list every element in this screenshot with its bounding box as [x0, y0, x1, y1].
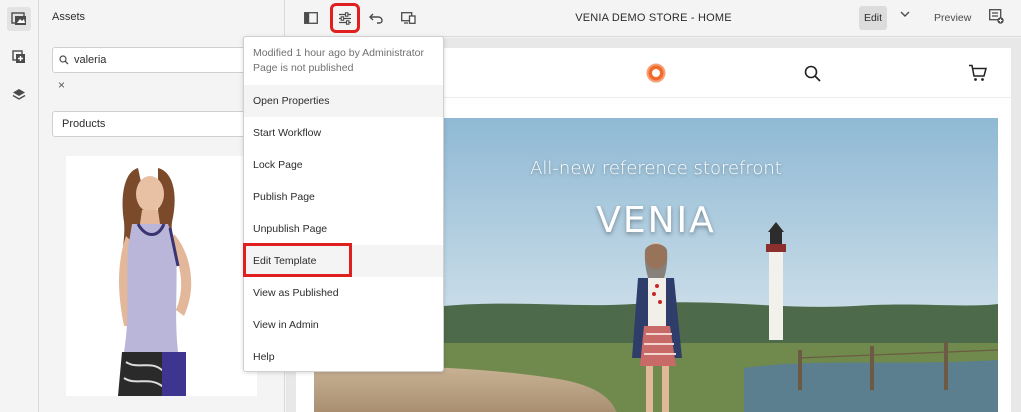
product-image	[66, 156, 257, 396]
components-icon	[12, 50, 25, 63]
asset-search-input[interactable]	[74, 54, 254, 66]
layers-icon	[12, 89, 26, 100]
page-status-info: Modified 1 hour ago by Administrator Pag…	[244, 37, 443, 85]
menu-item-publish-page[interactable]: Publish Page	[244, 181, 443, 213]
chevron-down-icon[interactable]	[900, 11, 910, 18]
product-asset-card[interactable]	[66, 156, 257, 396]
menu-item-open-properties[interactable]: Open Properties	[244, 85, 443, 117]
edit-template-highlight	[243, 243, 352, 277]
publish-status: Page is not published	[253, 62, 354, 74]
page-information-menu: Modified 1 hour ago by Administrator Pag…	[243, 36, 444, 372]
menu-item-start-workflow[interactable]: Start Workflow	[244, 117, 443, 149]
menu-item-view-as-published[interactable]: View as Published	[244, 277, 443, 309]
page-title: VENIA DEMO STORE - HOME	[575, 12, 732, 24]
preview-button[interactable]: Preview	[934, 12, 971, 24]
annotations-icon[interactable]	[989, 9, 1004, 24]
venia-logo-icon[interactable]	[646, 63, 666, 83]
editor-window: Assets × Products	[0, 0, 1021, 412]
search-icon[interactable]	[804, 65, 821, 82]
clear-search-button[interactable]: ×	[58, 78, 65, 92]
modified-info: Modified 1 hour ago by Administrator	[253, 47, 425, 59]
menu-item-unpublish-page[interactable]: Unpublish Page	[244, 213, 443, 245]
search-icon	[59, 55, 69, 65]
layers-button[interactable]	[7, 83, 31, 107]
panel-title: Assets	[52, 11, 86, 23]
asset-browser-button[interactable]	[7, 7, 31, 31]
components-button[interactable]	[7, 45, 31, 69]
side-rail	[0, 0, 39, 412]
menu-item-help[interactable]: Help	[244, 341, 443, 373]
editor-toolbar: VENIA DEMO STORE - HOME Edit Preview	[286, 0, 1021, 37]
menu-item-view-in-admin[interactable]: View in Admin	[244, 309, 443, 341]
asset-browser-icon	[11, 12, 26, 25]
mode-edit-button[interactable]: Edit	[859, 6, 887, 30]
menu-item-lock-page[interactable]: Lock Page	[244, 149, 443, 181]
cart-icon[interactable]	[968, 64, 988, 82]
